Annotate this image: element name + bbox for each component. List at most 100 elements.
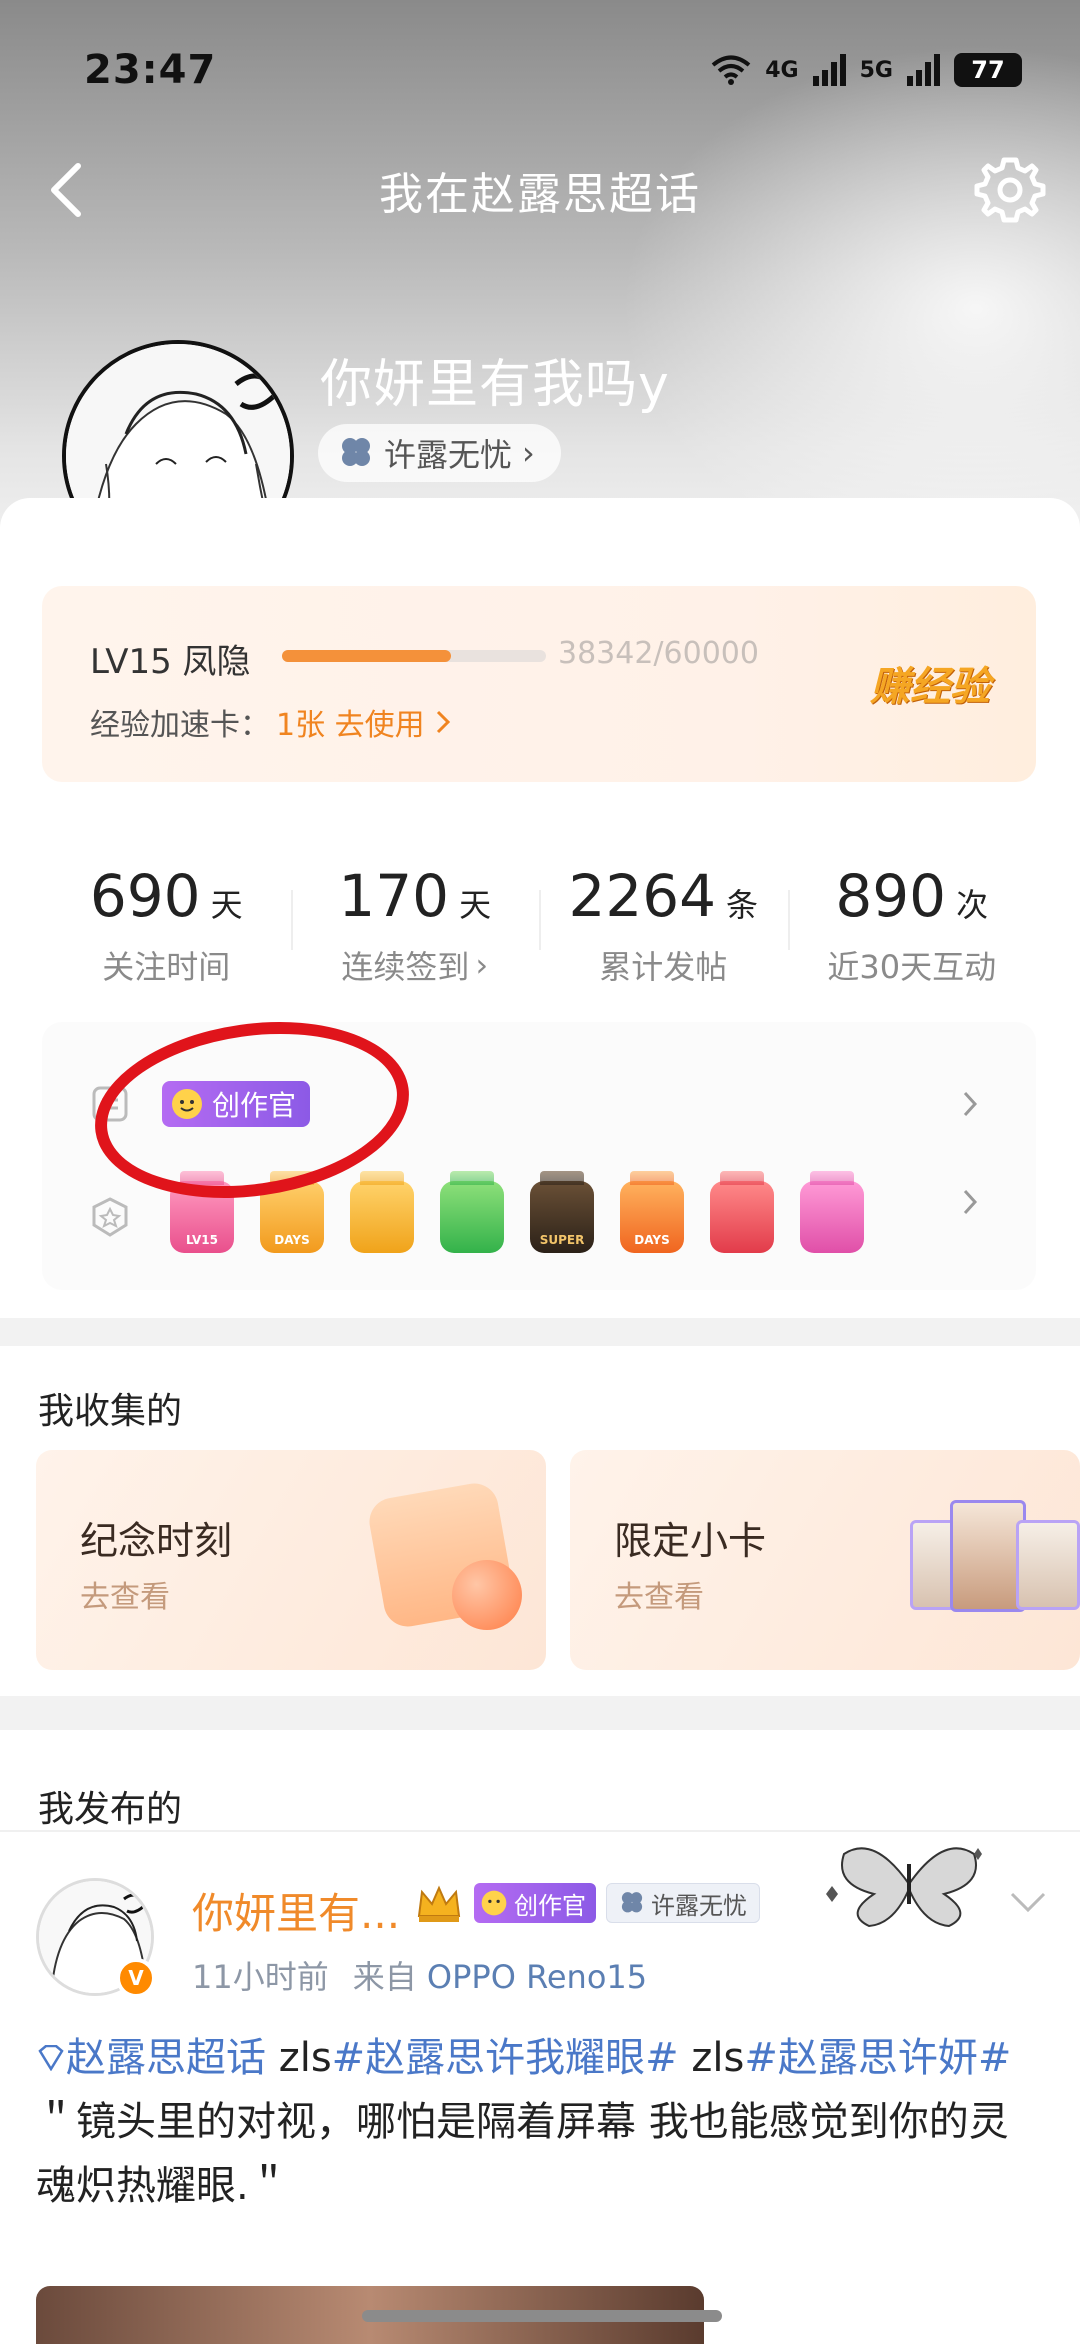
stat-label: 近30天互动 xyxy=(827,948,997,986)
chevron-right-icon: › xyxy=(475,946,489,984)
heart-icon xyxy=(452,1560,522,1630)
fan-club-label: 许露无忧 xyxy=(384,436,513,474)
post-device: OPPO Reno15 xyxy=(426,1958,648,1996)
stat-checkin-days[interactable]: 170 天 连续签到 › xyxy=(290,862,540,992)
card-title: 限定小卡 xyxy=(614,1519,767,1563)
medal-badge[interactable]: SUPER xyxy=(530,1171,594,1253)
post-meta: 11小时前 来自 OPPO Reno15 xyxy=(192,1952,647,1998)
use-boost-link[interactable]: 1张 去使用 xyxy=(276,700,451,744)
status-icons: 4G 5G 77 xyxy=(711,53,1022,87)
medal-badge[interactable] xyxy=(440,1171,504,1253)
home-indicator xyxy=(362,2310,722,2322)
post-quote: ＂镜头里的对视，哪怕是隔着屏幕 我也能感觉到你的灵魂炽热耀眼.＂ xyxy=(36,2099,1009,2209)
memorial-moments-card[interactable]: 纪念时刻 去查看 xyxy=(36,1450,546,1670)
divider xyxy=(0,1830,1080,1832)
stat-label: 关注时间 xyxy=(102,948,231,986)
stat-unit: 天 xyxy=(210,886,243,924)
section-title: 我收集的 xyxy=(38,1391,183,1432)
post-source: 来自 OPPO Reno15 xyxy=(353,1952,647,1998)
post-source-label: 来自 xyxy=(352,1958,417,1996)
chevron-right-icon: › xyxy=(522,434,535,472)
boost-card-row: 经验加速卡： 1张 去使用 xyxy=(90,700,451,744)
clover-icon xyxy=(621,1892,643,1913)
hashtag-link[interactable]: #赵露思许妍# xyxy=(744,2035,1011,2081)
chevron-right-icon xyxy=(950,1182,990,1222)
level-label: LV15 凤隐 xyxy=(90,642,251,682)
fan-club-tag[interactable]: 许露无忧 › xyxy=(318,424,561,482)
medal-badge[interactable] xyxy=(710,1171,774,1253)
post-author-name[interactable]: 你妍里有... xyxy=(192,1880,400,1941)
stats-row: 690 天 关注时间 170 天 连续签到 › 2264 条 累计发帖 890 次 近30… xyxy=(42,862,1036,992)
stat-value: 690 xyxy=(89,862,201,930)
card-title: 纪念时刻 xyxy=(80,1519,233,1563)
chevron-down-icon xyxy=(1010,1892,1046,1913)
back-button[interactable] xyxy=(36,160,96,220)
hashtag-link[interactable]: #赵露思许我耀眼# xyxy=(332,2035,679,2081)
level-card[interactable]: LV15 凤隐 38342/60000 经验加速卡： 1张 去使用 赚经验 xyxy=(42,586,1036,782)
chevron-right-icon xyxy=(950,1084,990,1124)
super-topic-link[interactable]: 赵露思超话 xyxy=(36,2035,266,2081)
signal-icon xyxy=(907,54,940,86)
creator-title-badge: 创作官 xyxy=(474,1883,596,1923)
chevron-left-icon xyxy=(51,163,81,217)
creator-title-label: 创作官 xyxy=(514,1891,586,1920)
signal-icon xyxy=(812,54,846,86)
battery-icon: 77 xyxy=(954,53,1022,87)
network-5g-label: 5G xyxy=(859,57,893,83)
status-time: 23:47 xyxy=(84,47,217,93)
stat-value: 2264 xyxy=(568,862,717,930)
medal-badge[interactable] xyxy=(800,1171,864,1253)
super-topic-label: 赵露思超话 xyxy=(66,2035,266,2081)
status-bar: 23:47 4G 5G 77 xyxy=(0,0,1080,140)
post-author-badges: 创作官 许露无忧 xyxy=(414,1882,760,1924)
page-title: 我在赵露思超话 xyxy=(379,169,701,220)
boost-value: 1张 去使用 xyxy=(276,708,425,743)
clover-icon xyxy=(342,438,370,466)
section-title: 我发布的 xyxy=(38,1789,183,1830)
post-menu-button[interactable] xyxy=(1004,1878,1052,1926)
medal-outline-icon xyxy=(92,1197,128,1237)
chevron-right-icon xyxy=(436,710,450,734)
fan-club-label: 许露无忧 xyxy=(651,1891,747,1920)
medal-badge[interactable] xyxy=(350,1171,414,1253)
stat-unit: 条 xyxy=(726,886,759,924)
post-time: 11小时前 xyxy=(192,1958,329,1996)
diamond-icon xyxy=(38,2044,64,2072)
card-subtitle: 去查看 xyxy=(614,1580,704,1615)
card-subtitle: 去查看 xyxy=(80,1580,170,1615)
earn-exp-button[interactable]: 赚经验 xyxy=(870,654,990,712)
stat-unit: 次 xyxy=(956,886,989,924)
stat-follow-days: 690 天 关注时间 xyxy=(42,862,291,992)
stat-posts: 2264 条 累计发帖 xyxy=(539,862,788,992)
post-text: zls xyxy=(266,2035,332,2081)
gear-icon xyxy=(974,157,1046,223)
member-card: LV15 凤隐 38342/60000 经验加速卡： 1张 去使用 赚经验 69… xyxy=(0,498,1080,1318)
stat-label: 连续签到 xyxy=(341,948,470,986)
level-count: 38342/60000 xyxy=(558,636,759,671)
photo-card-thumbnail xyxy=(950,1500,1026,1612)
stat-label: 累计发帖 xyxy=(599,948,728,986)
boost-label: 经验加速卡： xyxy=(90,708,270,743)
star-face-icon xyxy=(481,1890,507,1916)
medal-badge[interactable]: DAYS xyxy=(620,1171,684,1253)
settings-button[interactable] xyxy=(970,150,1050,230)
butterfly-decoration-icon xyxy=(814,1834,1004,1934)
nav-bar: 我在赵露思超话 xyxy=(0,140,1080,240)
post-body: 赵露思超话 zls#赵露思许我耀眼# zls#赵露思许妍# ＂镜头里的对视，哪怕… xyxy=(36,2026,1046,2218)
limited-cards-card[interactable]: 限定小卡 去查看 xyxy=(570,1450,1080,1670)
profile-name: 你妍里有我吗y xyxy=(320,355,670,415)
level-progress-fill xyxy=(282,650,451,662)
fan-club-tag: 许露无忧 xyxy=(606,1883,760,1923)
crown-icon xyxy=(417,1885,461,1922)
verified-badge: V xyxy=(116,1958,156,1998)
stat-interactions: 890 次 近30天互动 xyxy=(787,862,1037,992)
posts-section: 我发布的 V 你妍里有... 创作官 许露无忧 11小时前 来自 OPPO Re… xyxy=(0,1730,1080,2344)
post-text: zls xyxy=(678,2035,745,2081)
level-progress-bar xyxy=(282,650,546,662)
stat-label-row: 连续签到 › xyxy=(341,942,488,988)
wifi-icon xyxy=(711,55,751,85)
network-4g-label: 4G xyxy=(765,57,799,83)
stat-value: 890 xyxy=(835,862,947,930)
photo-card-thumbnail xyxy=(1016,1520,1080,1610)
stat-value: 170 xyxy=(338,862,450,930)
